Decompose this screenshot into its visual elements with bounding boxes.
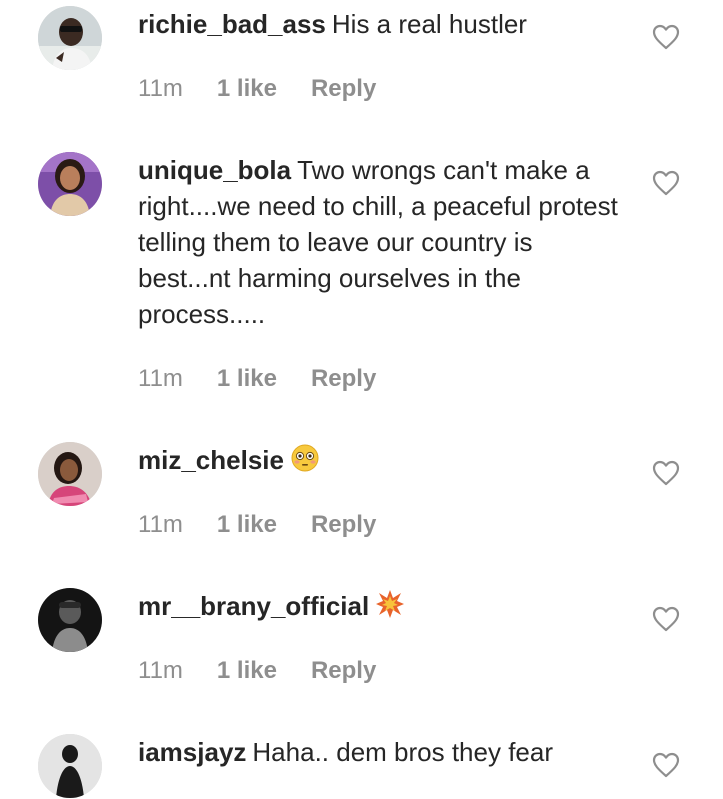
comment-body: His a real hustler	[331, 9, 527, 39]
reply-button[interactable]: Reply	[311, 657, 376, 685]
reply-button[interactable]: Reply	[311, 75, 376, 103]
comment-body: Haha.. dem bros they fear	[252, 737, 554, 767]
comment-likes[interactable]: 1 like	[217, 365, 277, 393]
like-button[interactable]	[652, 24, 680, 50]
comment-likes[interactable]: 1 like	[217, 511, 277, 539]
avatar-photo-icon	[38, 588, 102, 652]
comment-username[interactable]: mr__brany_official	[138, 591, 369, 621]
comment-text: unique_bola Two wrongs can't make a right…	[138, 152, 628, 332]
comment-meta: 11m 1 like Reply	[138, 364, 376, 394]
like-button[interactable]	[652, 460, 680, 486]
reply-button[interactable]: Reply	[311, 511, 376, 539]
comment-text: mr__brany_official	[138, 588, 628, 624]
heart-outline-icon	[652, 170, 680, 196]
comment-text: richie_bad_ass His a real hustler	[138, 6, 628, 42]
comment-username[interactable]: miz_chelsie	[138, 445, 284, 475]
comment-time: 11m	[138, 511, 183, 538]
heart-outline-icon	[652, 24, 680, 50]
heart-outline-icon	[652, 606, 680, 632]
avatar[interactable]	[38, 152, 102, 216]
heart-outline-icon	[652, 752, 680, 778]
comment-time: 11m	[138, 75, 183, 102]
comment-meta: 11m 1 like Reply	[138, 656, 376, 686]
avatar[interactable]	[38, 734, 102, 798]
avatar-photo-icon	[38, 442, 102, 506]
avatar[interactable]	[38, 442, 102, 506]
comment-username[interactable]: richie_bad_ass	[138, 9, 326, 39]
heart-outline-icon	[652, 460, 680, 486]
comment-meta: 11m 1 like Reply	[138, 74, 376, 104]
avatar-photo-icon	[38, 152, 102, 216]
comment-likes[interactable]: 1 like	[217, 657, 277, 685]
avatar[interactable]	[38, 588, 102, 652]
collision-emoji	[376, 590, 405, 618]
comment-username[interactable]: iamsjayz	[138, 737, 246, 767]
comment-meta: 11m 1 like Reply	[138, 510, 376, 540]
like-button[interactable]	[652, 606, 680, 632]
avatar[interactable]	[38, 6, 102, 70]
comment-time: 11m	[138, 657, 183, 684]
flushed-face-emoji	[291, 444, 319, 472]
comment-username[interactable]: unique_bola	[138, 155, 291, 185]
comment-likes[interactable]: 1 like	[217, 75, 277, 103]
like-button[interactable]	[652, 752, 680, 778]
like-button[interactable]	[652, 170, 680, 196]
comment-text: miz_chelsie	[138, 442, 628, 478]
comment-text: iamsjayz Haha.. dem bros they fear	[138, 734, 628, 770]
reply-button[interactable]: Reply	[311, 365, 376, 393]
comment-time: 11m	[138, 365, 183, 392]
avatar-photo-icon	[38, 734, 102, 798]
avatar-photo-icon	[38, 6, 102, 70]
